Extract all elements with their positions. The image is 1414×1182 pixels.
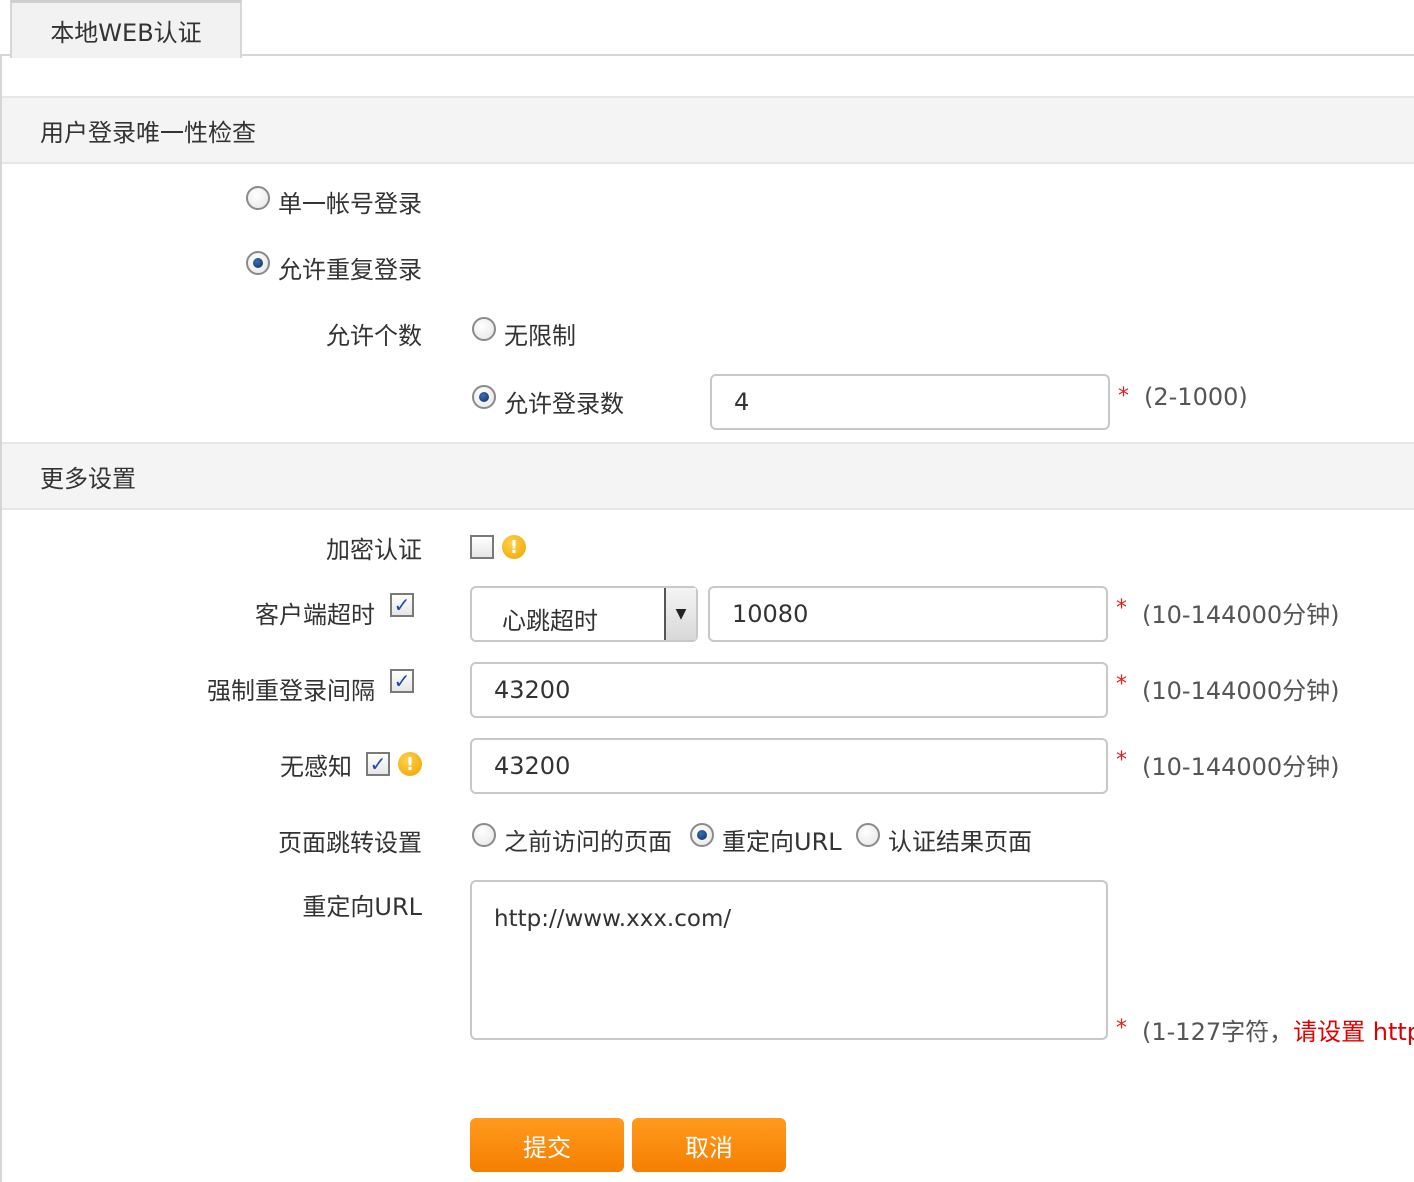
unlimited-radio[interactable] xyxy=(472,317,496,341)
single-login-label: 单一帐号登录 xyxy=(278,190,422,218)
section-login-check: 用户登录唯一性检查 xyxy=(2,96,1414,164)
allow-num-input[interactable] xyxy=(710,374,1110,430)
chevron-down-icon[interactable]: ▼ xyxy=(664,588,696,640)
allow-count-label: 允许个数 xyxy=(326,322,422,350)
allow-repeat-radio[interactable] xyxy=(246,251,270,275)
required-mark: * xyxy=(1116,596,1127,621)
redirect-option-url-label: 重定向URL xyxy=(722,828,842,856)
cancel-button[interactable]: 取消 xyxy=(632,1118,786,1172)
required-mark: * xyxy=(1116,748,1127,773)
seamless-checkbox[interactable]: ✓ xyxy=(366,752,390,776)
force-relogin-checkbox[interactable]: ✓ xyxy=(390,669,414,693)
required-mark: * xyxy=(1118,384,1129,409)
allow-num-label: 允许登录数 xyxy=(504,390,624,418)
required-mark: * xyxy=(1116,672,1127,697)
redirect-option-previous-radio[interactable] xyxy=(472,823,496,847)
client-timeout-input[interactable] xyxy=(708,586,1108,642)
unlimited-label: 无限制 xyxy=(504,322,576,350)
seamless-input[interactable] xyxy=(470,738,1108,794)
required-mark: * xyxy=(1116,1016,1127,1041)
hint-text: (1-127字符， xyxy=(1142,1018,1294,1046)
force-relogin-label: 强制重登录间隔 xyxy=(207,677,375,705)
redirect-option-url-radio[interactable] xyxy=(690,823,714,847)
redirect-setting-label: 页面跳转设置 xyxy=(278,829,422,857)
allow-num-range: (2-1000) xyxy=(1144,383,1248,411)
redirect-url-hint: (1-127字符，请设置 http xyxy=(1142,1012,1414,1047)
client-timeout-checkbox[interactable]: ✓ xyxy=(390,593,414,617)
allow-repeat-label: 允许重复登录 xyxy=(278,256,422,284)
left-border xyxy=(0,56,2,1182)
section-more-settings: 更多设置 xyxy=(2,442,1414,510)
hint-warning: 请设置 http xyxy=(1293,1018,1414,1046)
tab-bar: 本地WEB认证 xyxy=(0,0,1414,58)
allow-num-radio[interactable] xyxy=(472,385,496,409)
submit-button[interactable]: 提交 xyxy=(470,1118,624,1172)
encrypt-checkbox[interactable] xyxy=(470,535,494,559)
warning-icon: ! xyxy=(398,752,422,776)
warning-icon: ! xyxy=(502,535,526,559)
section-title: 更多设置 xyxy=(40,464,136,493)
seamless-label: 无感知 xyxy=(280,753,352,781)
client-timeout-range: (10-144000分钟) xyxy=(1142,601,1340,629)
force-relogin-input[interactable] xyxy=(470,662,1108,718)
redirect-url-textarea[interactable]: http://www.xxx.com/ xyxy=(470,880,1108,1040)
client-timeout-label: 客户端超时 xyxy=(255,601,375,629)
select-value: 心跳超时 xyxy=(502,607,598,635)
redirect-option-previous-label: 之前访问的页面 xyxy=(504,828,672,856)
encrypt-label: 加密认证 xyxy=(326,536,422,564)
single-login-radio[interactable] xyxy=(246,186,270,210)
section-title: 用户登录唯一性检查 xyxy=(40,118,256,147)
force-relogin-range: (10-144000分钟) xyxy=(1142,677,1340,705)
client-timeout-mode-select[interactable]: 心跳超时 ▼ xyxy=(470,586,698,642)
tab-local-web-auth[interactable]: 本地WEB认证 xyxy=(10,0,242,58)
redirect-url-label: 重定向URL xyxy=(302,893,422,921)
redirect-option-result-radio[interactable] xyxy=(856,823,880,847)
redirect-option-result-label: 认证结果页面 xyxy=(888,828,1032,856)
seamless-range: (10-144000分钟) xyxy=(1142,753,1340,781)
tab-label: 本地WEB认证 xyxy=(50,19,202,47)
